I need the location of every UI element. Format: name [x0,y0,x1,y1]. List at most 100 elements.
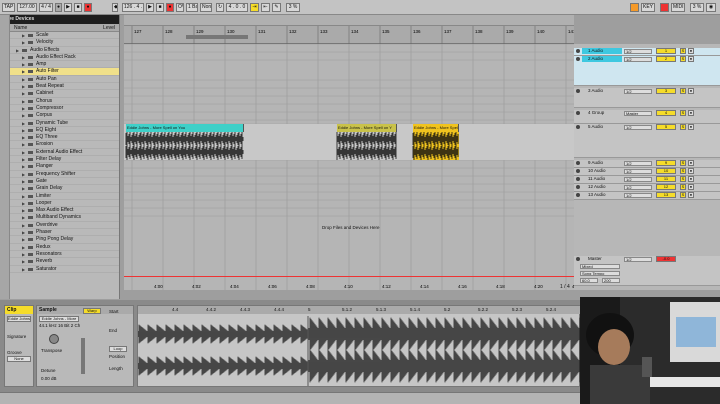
key-map-button[interactable]: KEY [641,3,655,12]
track-input[interactable]: 1/2 [624,177,652,182]
solo-button[interactable]: S [680,124,686,130]
arrangement-record-button[interactable]: ● [166,3,174,12]
browser-side-tabs[interactable] [0,15,10,299]
browser-item[interactable]: ▶ Filter Delay [0,156,119,164]
browser-item[interactable]: ▶ Max Audio Effect [0,207,119,215]
mixer-track-2[interactable]: 2 Audio 1/2 2 S ● [574,56,720,86]
browser-item[interactable]: ▶ Auto Filter [0,68,119,76]
browser-item[interactable]: ▶ Beat Repeat [0,83,119,91]
beat-ruler[interactable]: 127 128 129 130 131 132 133 134 135 136 137 138 139 1… [124,26,576,44]
track-activator-icon[interactable] [576,177,580,181]
expand-triangle-icon[interactable]: ▶ [22,156,25,162]
browser-item[interactable]: ▶ EQ Three [0,134,119,142]
track-name[interactable]: 9 Audio [582,160,622,166]
mixer-track-4[interactable]: 4 Group Master 4 S ● [574,110,720,124]
midi-map-button[interactable]: MIDI [671,3,685,12]
browser-item[interactable]: ▶ Saturator [0,266,119,273]
track-number[interactable]: 3 [656,88,676,94]
browser-item[interactable]: ▶ Audio Effect Rack [0,54,119,62]
arm-button[interactable]: ● [688,48,694,54]
sample-file-field[interactable]: Eddie Johns - More [39,316,79,322]
browser-item[interactable]: ▶ Dynamic Tube [0,120,119,127]
track-activator-icon[interactable] [576,111,580,115]
expand-triangle-icon[interactable]: ▶ [22,76,25,82]
track-number[interactable]: 4 [656,110,676,116]
expand-triangle-icon[interactable]: ▶ [22,229,25,235]
loop-button[interactable]: Loop [109,346,127,352]
track-activator-icon[interactable] [576,185,580,189]
expand-triangle-icon[interactable]: ▶ [22,32,25,38]
expand-triangle-icon[interactable]: ▶ [22,54,25,60]
midi-map-indicator[interactable] [660,3,669,12]
track-activator-icon[interactable] [576,57,580,61]
expand-triangle-icon[interactable]: ▶ [22,251,25,257]
track-name[interactable]: 1 Audio [582,48,622,54]
play-position-icon[interactable]: ▶ [146,3,154,12]
track-name[interactable]: 13 Audio [582,192,622,198]
draw-mode-icon[interactable]: ✎ [272,3,281,12]
solo-button[interactable]: S [680,192,686,198]
browser-item[interactable]: ▶ External Audio Effect [0,149,119,157]
expand-triangle-icon[interactable]: ▶ [22,120,25,126]
position-field[interactable]: 126 . 4 . 1 [122,3,144,12]
track-number[interactable]: 5 [656,124,676,130]
mixer-track-3[interactable]: 3 Audio 1/2 3 S ● [574,88,720,108]
expand-triangle-icon[interactable]: ▶ [22,98,25,104]
track-number[interactable]: 13 [656,192,676,198]
track-input[interactable]: 1/2 [624,89,652,94]
tempo-field[interactable]: 127.00 [17,3,37,12]
arm-button[interactable]: ● [688,168,694,174]
browser-item[interactable]: ▶ Redux [0,244,119,251]
clip-1[interactable]: Eddie Johns - More Spell on You [126,124,244,132]
browser-item[interactable]: ▶ EQ Eight [0,127,119,135]
solo-button[interactable]: S [680,56,686,62]
browser-item[interactable]: ▶ Looper [0,200,119,208]
track-input[interactable]: 1/2 [624,169,652,174]
arm-button[interactable]: ● [688,184,694,190]
browser-item[interactable]: ▶ Chorus [0,98,119,105]
follow-icon[interactable]: ◆ [112,3,118,12]
track-activator-icon[interactable] [576,89,580,93]
browser-item[interactable]: ▶ Reverb [0,258,119,266]
track-input[interactable]: 1/2 [624,49,652,54]
tap-tempo-button[interactable]: TAP [2,3,15,12]
solo-button[interactable]: S [680,88,686,94]
expand-triangle-icon[interactable]: ▶ [22,39,25,45]
clip-3[interactable]: Eddie Johns - More Spell [413,124,459,132]
browser-item[interactable]: ▶ Compressor [0,105,119,113]
expand-triangle-icon[interactable]: ▶ [22,141,25,147]
browser-item[interactable]: ▶ Amp [0,61,119,69]
stop-button[interactable]: ■ [74,3,82,12]
track-activator-icon[interactable] [576,125,580,129]
expand-triangle-icon[interactable]: ▶ [22,68,25,74]
track-number[interactable]: 10 [656,168,676,174]
tempo-max[interactable]: 200 [602,278,620,283]
overview-strip[interactable] [124,15,574,26]
mixer-track-1[interactable]: 1 Audio 1/2 1 S ● [574,48,720,56]
track-activator-icon[interactable] [576,49,580,53]
track-name[interactable]: 11 Audio [582,176,622,182]
mixer-track-8[interactable]: 11 Audio 1/2 11 S ● [574,176,720,184]
expand-triangle-icon[interactable]: ▶ [22,105,25,111]
browser-item[interactable]: ▶ Overdrive [0,222,119,230]
clip-2[interactable]: Eddie Johns - More Spell on Y [337,124,397,132]
expand-triangle-icon[interactable]: ▶ [22,258,25,264]
track-input[interactable]: 1/2 [624,161,652,166]
expand-triangle-icon[interactable]: ▶ [22,266,25,272]
track-input[interactable]: 1/2 [624,185,652,190]
browser-item[interactable]: ▶ Velocity [0,39,119,47]
track-name[interactable]: 10 Audio [582,168,622,174]
browser-column-header[interactable]: Name Level [0,24,119,32]
expand-triangle-icon[interactable]: ▶ [22,200,25,206]
browser-item[interactable]: ▶ Phaser [0,229,119,237]
record-button[interactable]: ● [84,3,92,12]
arm-button[interactable]: ● [688,88,694,94]
solo-button[interactable]: S [680,168,686,174]
mixer-track-7[interactable]: 10 Audio 1/2 10 S ● [574,168,720,176]
track-number[interactable]: 11 [656,176,676,182]
loop-switch[interactable]: ↻ [216,3,224,12]
track-name[interactable]: 3 Audio [582,88,622,94]
arm-button[interactable]: ● [688,160,694,166]
master-name[interactable]: Master [582,256,622,262]
browser-item[interactable]: ▶ Grain Delay [0,185,119,193]
